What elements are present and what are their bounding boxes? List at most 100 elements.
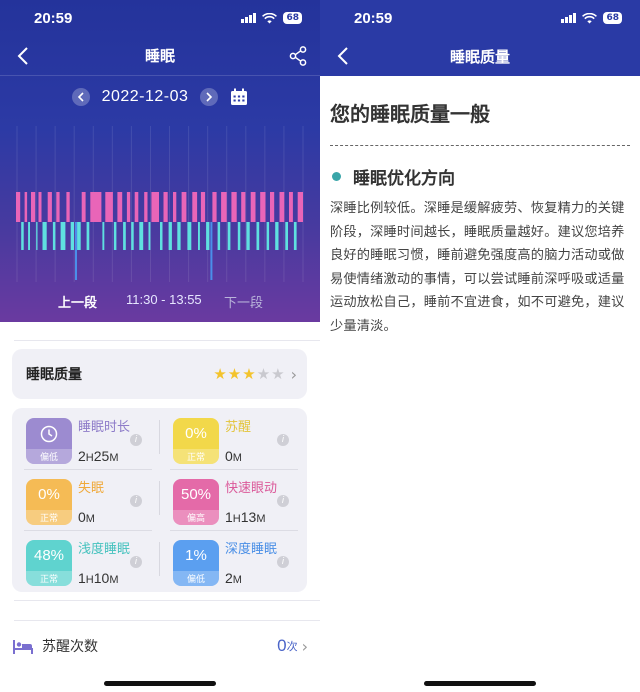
sleep-segment-rem [241, 192, 246, 222]
metric-name: 快速眼动 [225, 481, 278, 496]
sleep-segment-light [275, 222, 279, 250]
metric-badge: 1% 偏低 [173, 540, 219, 586]
sleep-segment-rem [90, 192, 102, 222]
sleep-segment-rem [81, 192, 86, 222]
calendar-icon[interactable] [230, 88, 248, 106]
sleep-segment-light [28, 222, 30, 250]
sleep-segment-rem [151, 192, 159, 222]
section-title: 睡眠优化方向 [353, 169, 455, 189]
sleep-metrics-grid: 偏低 睡眠时长 2H25M i 0% 正常 苏醒 0M i 0% 正常 失眠 0M i 50% 偏高 快速眼动 1… [12, 408, 307, 592]
status-bar: 20:59 68 [320, 0, 640, 36]
divider [24, 469, 152, 470]
sleep-segment-deep [210, 222, 213, 280]
metric-name: 深度睡眠 [225, 542, 278, 557]
sleep-segment-rem [221, 192, 227, 222]
metric-status: 正常 [26, 510, 72, 525]
info-icon[interactable]: i [277, 495, 289, 507]
share-icon[interactable] [288, 45, 308, 67]
battery-icon: 68 [603, 12, 622, 24]
metric-2: 0% 正常 失眠 0M i [12, 471, 152, 529]
sleep-screen: 20:59 68 睡眠 2022-12-03 上一段 11:30 - 13:55… [0, 0, 320, 692]
wake-count-unit: 次 [286, 640, 298, 653]
sleep-segment-light [42, 222, 47, 250]
metric-status: 偏低 [26, 449, 72, 464]
metric-4: 48% 正常 浅度睡眠 1H10M i [12, 532, 152, 590]
divider [170, 530, 298, 531]
metric-badge: 50% 偏高 [173, 479, 219, 525]
sleep-segment-light [198, 222, 200, 250]
back-arrow-icon[interactable] [14, 44, 34, 68]
sleep-segment-light [36, 222, 38, 250]
status-icons: 68 [241, 12, 302, 24]
sleep-segment-rem [181, 192, 187, 222]
info-icon[interactable]: i [130, 495, 142, 507]
metric-status: 偏高 [173, 510, 219, 525]
metric-1: 0% 正常 苏醒 0M i [159, 410, 299, 468]
info-icon[interactable]: i [130, 556, 142, 568]
battery-icon: 68 [283, 12, 302, 24]
sleep-segment-rem [24, 192, 28, 222]
back-arrow-icon[interactable] [334, 44, 354, 68]
sleep-segment-rem [117, 192, 123, 222]
segment-time-range: 11:30 - 13:55 [126, 292, 202, 307]
metric-5: 1% 偏低 深度睡眠 2M i [159, 532, 299, 590]
date-label: 2022-12-03 [101, 88, 189, 105]
info-icon[interactable]: i [130, 434, 142, 446]
sleep-segment-light [21, 222, 24, 250]
sleep-segment-rem [134, 192, 139, 222]
sleep-segment-rem [270, 192, 275, 222]
metric-status: 偏低 [173, 571, 219, 586]
previous-segment-button[interactable]: 上一段 [58, 292, 97, 311]
sleep-details: 睡眠质量 ★ ★ ★ ★ ★ › 偏低 睡眠时长 2H25M i 0% 正常 苏醒 0M i 0% 正常 失眠… [0, 322, 320, 692]
chevron-right-icon: › [290, 364, 297, 384]
chevron-right-icon [206, 92, 213, 102]
bed-icon [13, 640, 33, 654]
sleep-segment-rem [38, 192, 42, 222]
sleep-segment-light [77, 222, 81, 250]
wake-count-row[interactable]: 苏醒次数 0 次 › [0, 626, 320, 666]
sleep-segment-rem [250, 192, 256, 222]
status-time: 20:59 [354, 9, 393, 27]
chevron-left-icon [77, 92, 84, 102]
sleep-segment-rem [297, 192, 303, 222]
next-day-button[interactable] [200, 88, 219, 106]
metric-badge: 0% 正常 [173, 418, 219, 464]
metric-name: 苏醒 [225, 420, 252, 435]
info-icon[interactable]: i [277, 434, 289, 446]
star-filled-icon: ★ [242, 364, 256, 383]
star-empty-icon: ★ [271, 364, 285, 383]
star-rating: ★ ★ ★ ★ ★ [213, 364, 285, 383]
sleep-segment-light [52, 222, 56, 250]
status-time: 20:59 [34, 9, 73, 27]
sleep-segment-rem [105, 192, 113, 222]
metric-value: 2M [225, 570, 242, 586]
divider [159, 542, 160, 576]
nav-bar: 睡眠 [0, 36, 320, 76]
sleep-segment-light [227, 222, 231, 250]
sleep-segment-light [160, 222, 163, 250]
metric-status: 正常 [173, 449, 219, 464]
metric-badge: 0% 正常 [26, 479, 72, 525]
sleep-segment-light [148, 222, 151, 250]
sleep-segment-rem [47, 192, 52, 222]
page-title: 睡眠 [144, 47, 175, 65]
star-filled-icon: ★ [213, 364, 227, 383]
sleep-segment-rem [16, 192, 21, 222]
chevron-right-icon: › [301, 636, 308, 656]
sleep-segment-light [246, 222, 250, 250]
metric-badge: 48% 正常 [26, 540, 72, 586]
next-segment-button[interactable]: 下一段 [224, 292, 263, 311]
sleep-quality-row[interactable]: 睡眠质量 ★ ★ ★ ★ ★ › [12, 349, 307, 399]
previous-day-button[interactable] [71, 88, 90, 106]
sleep-segment-rem [163, 192, 168, 222]
advice-paragraph: 深睡比例较低。深睡是缓解疲劳、恢复精力的关键阶段，深睡时间越长，睡眠质量越好。建… [330, 201, 625, 334]
sleep-segment-rem [192, 192, 198, 222]
metric-name: 睡眠时长 [78, 420, 131, 435]
sleep-segment-rem [289, 192, 293, 222]
metric-badge: 偏低 [26, 418, 72, 464]
bullet-dot-icon [332, 172, 341, 181]
info-icon[interactable]: i [277, 556, 289, 568]
dashed-divider [330, 145, 630, 146]
sleep-segment-light [102, 222, 105, 250]
date-selector: 2022-12-03 [0, 76, 320, 118]
